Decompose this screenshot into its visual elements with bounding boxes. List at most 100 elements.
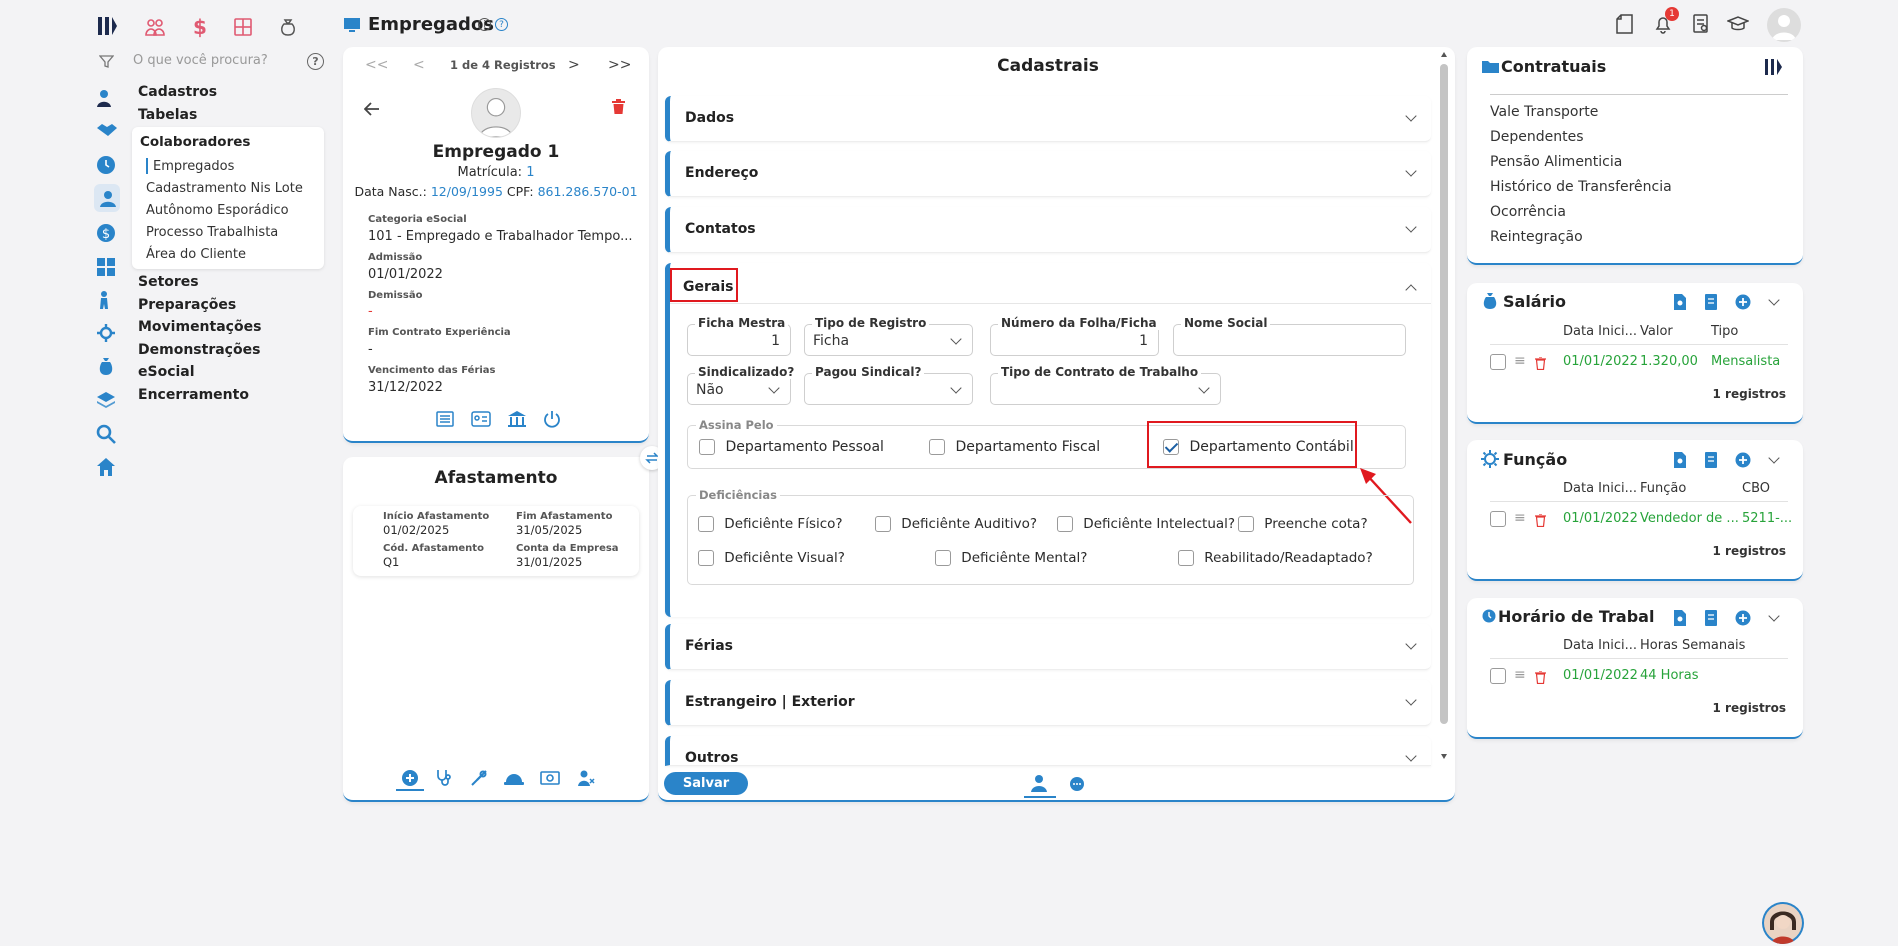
checkbox-def-intelectual[interactable]: Deficiênte Intelectual? bbox=[1057, 516, 1235, 532]
employees-icon[interactable] bbox=[98, 188, 118, 208]
id-card-icon[interactable] bbox=[470, 410, 492, 428]
support-chat-avatar[interactable] bbox=[1762, 902, 1804, 944]
checkbox-box[interactable] bbox=[875, 516, 891, 532]
sidebar-item-preparacoes[interactable]: Preparações bbox=[138, 297, 236, 313]
numero-folha-field[interactable]: Número da Folha/Ficha 1 bbox=[990, 316, 1160, 356]
last-page-button[interactable]: >> bbox=[608, 57, 631, 73]
add-icon[interactable] bbox=[1734, 451, 1752, 469]
prev-page-button[interactable]: < bbox=[413, 57, 425, 73]
scrollbar-thumb[interactable] bbox=[1440, 64, 1448, 724]
logo[interactable] bbox=[96, 14, 120, 38]
next-page-button[interactable]: > bbox=[568, 57, 580, 73]
list-doc-icon[interactable] bbox=[1703, 609, 1719, 627]
checkbox-def-auditivo[interactable]: Deficiênte Auditivo? bbox=[875, 516, 1037, 532]
report-icon[interactable] bbox=[1690, 13, 1712, 35]
link-dependentes[interactable]: Dependentes bbox=[1490, 129, 1584, 145]
drag-handle-icon[interactable]: ≡ bbox=[1514, 510, 1526, 526]
sidebar-item-encerramento[interactable]: Encerramento bbox=[138, 387, 249, 403]
checkbox-box[interactable] bbox=[698, 550, 714, 566]
home-icon[interactable] bbox=[96, 457, 116, 477]
checkbox-def-fisico[interactable]: Deficiênte Físico? bbox=[698, 516, 843, 532]
stethoscope-icon[interactable] bbox=[434, 768, 454, 788]
add-icon[interactable] bbox=[1734, 609, 1752, 627]
person-up-icon[interactable] bbox=[96, 290, 116, 310]
link-ocorrencia[interactable]: Ocorrência bbox=[1490, 204, 1566, 220]
grid-icon[interactable] bbox=[96, 257, 116, 277]
people-icon[interactable] bbox=[144, 16, 166, 38]
add-circle-icon[interactable] bbox=[400, 768, 420, 788]
help-icon[interactable]: ? bbox=[495, 18, 508, 31]
save-button[interactable]: Salvar bbox=[664, 772, 748, 795]
checkbox-box[interactable] bbox=[698, 516, 714, 532]
checkbox-def-mental[interactable]: Deficiênte Mental? bbox=[935, 550, 1087, 566]
delete-row-icon[interactable] bbox=[1535, 512, 1546, 531]
section-dados[interactable]: Dados bbox=[665, 96, 1431, 142]
delete-row-icon[interactable] bbox=[1535, 669, 1546, 688]
checkbox-dep-pessoal[interactable]: Departamento Pessoal bbox=[699, 439, 884, 455]
submenu-item-area-cliente[interactable]: Área do Cliente bbox=[146, 247, 246, 262]
checkbox-box[interactable] bbox=[1057, 516, 1073, 532]
checkbox-reabilitado[interactable]: Reabilitado/Readaptado? bbox=[1178, 550, 1373, 566]
user-remove-icon[interactable] bbox=[576, 768, 596, 788]
search-doc-icon[interactable] bbox=[1672, 293, 1688, 311]
table-row[interactable]: ≡ 01/01/2022 Vendedor de ... 5211-... bbox=[1490, 509, 1792, 531]
submenu-item-processo[interactable]: Processo Trabalhista bbox=[146, 225, 278, 240]
drag-handle-icon[interactable]: ≡ bbox=[1514, 353, 1526, 369]
nome-social-field[interactable]: Nome Social bbox=[1173, 316, 1406, 356]
newspaper-icon[interactable] bbox=[435, 410, 455, 428]
submenu-item-cadastramento[interactable]: Cadastramento Nis Lote bbox=[146, 181, 303, 196]
search-doc-icon[interactable] bbox=[1672, 451, 1688, 469]
checkbox-dep-fiscal[interactable]: Departamento Fiscal bbox=[929, 439, 1100, 455]
power-icon[interactable] bbox=[542, 409, 562, 429]
sidebar-item-tabelas[interactable]: Tabelas bbox=[138, 107, 197, 123]
money-bag-icon[interactable] bbox=[277, 16, 299, 38]
row-checkbox[interactable] bbox=[1490, 668, 1506, 684]
money-icon[interactable] bbox=[540, 768, 560, 788]
graduation-cap-icon[interactable] bbox=[1726, 13, 1750, 35]
help-circle-icon[interactable]: ? bbox=[307, 53, 324, 70]
row-checkbox[interactable] bbox=[1490, 354, 1506, 370]
tipo-contrato-select[interactable]: Tipo de Contrato de Trabalho bbox=[990, 365, 1221, 405]
layers-icon[interactable] bbox=[96, 390, 116, 410]
dollar-circle-icon[interactable]: $ bbox=[96, 223, 116, 243]
sidebar-item-demonstracoes[interactable]: Demonstrações bbox=[138, 342, 260, 358]
handshake-icon[interactable] bbox=[96, 122, 117, 142]
trash-icon[interactable] bbox=[610, 98, 626, 114]
checkbox-box[interactable] bbox=[929, 439, 945, 455]
link-historico[interactable]: Histórico de Transferência bbox=[1490, 179, 1672, 195]
section-outros[interactable]: Outros bbox=[665, 736, 1431, 766]
sidebar-item-cadastros[interactable]: Cadastros bbox=[138, 84, 217, 100]
chat-icon[interactable] bbox=[1067, 774, 1087, 794]
sindicalizado-select[interactable]: Sindicalizado? Não bbox=[687, 365, 798, 405]
table-row[interactable]: ≡ 01/01/2022 1.320,00 Mensalista bbox=[1490, 352, 1788, 374]
checkbox-def-visual[interactable]: Deficiênte Visual? bbox=[698, 550, 845, 566]
search-icon[interactable] bbox=[96, 424, 116, 444]
list-doc-icon[interactable] bbox=[1703, 451, 1719, 469]
employee-photo[interactable] bbox=[471, 88, 521, 138]
ficha-mestra-field[interactable]: Ficha Mestra 1 bbox=[687, 316, 791, 356]
add-icon[interactable] bbox=[1734, 293, 1752, 311]
dollar-icon[interactable]: $ bbox=[189, 15, 211, 39]
search-input[interactable]: O que você procura? bbox=[133, 53, 268, 68]
filter-icon[interactable] bbox=[98, 53, 114, 69]
checkbox-box[interactable] bbox=[1178, 550, 1194, 566]
calculator-icon[interactable] bbox=[232, 16, 254, 38]
checkbox-box[interactable] bbox=[935, 550, 951, 566]
link-pensao[interactable]: Pensão Alimenticia bbox=[1490, 154, 1622, 170]
user-avatar[interactable] bbox=[1767, 8, 1801, 42]
table-row[interactable]: ≡ 01/01/2022 44 Horas bbox=[1490, 666, 1788, 688]
info-icon[interactable]: i bbox=[478, 18, 491, 31]
user-plus-icon[interactable] bbox=[96, 88, 116, 108]
list-doc-icon[interactable] bbox=[1703, 293, 1719, 311]
document-icon[interactable] bbox=[1614, 13, 1636, 35]
back-arrow-icon[interactable] bbox=[362, 99, 382, 119]
gear-network-icon[interactable] bbox=[96, 323, 116, 343]
section-estrangeiro[interactable]: Estrangeiro | Exterior bbox=[665, 680, 1431, 726]
link-vale-transporte[interactable]: Vale Transporte bbox=[1490, 104, 1598, 120]
search-doc-icon[interactable] bbox=[1672, 609, 1688, 627]
bank-icon[interactable] bbox=[506, 409, 528, 429]
clock-icon[interactable] bbox=[96, 155, 116, 175]
tipo-registro-select[interactable]: Tipo de Registro Ficha bbox=[804, 316, 973, 356]
sidebar-item-setores[interactable]: Setores bbox=[138, 274, 199, 290]
checkbox-box[interactable] bbox=[1238, 516, 1254, 532]
